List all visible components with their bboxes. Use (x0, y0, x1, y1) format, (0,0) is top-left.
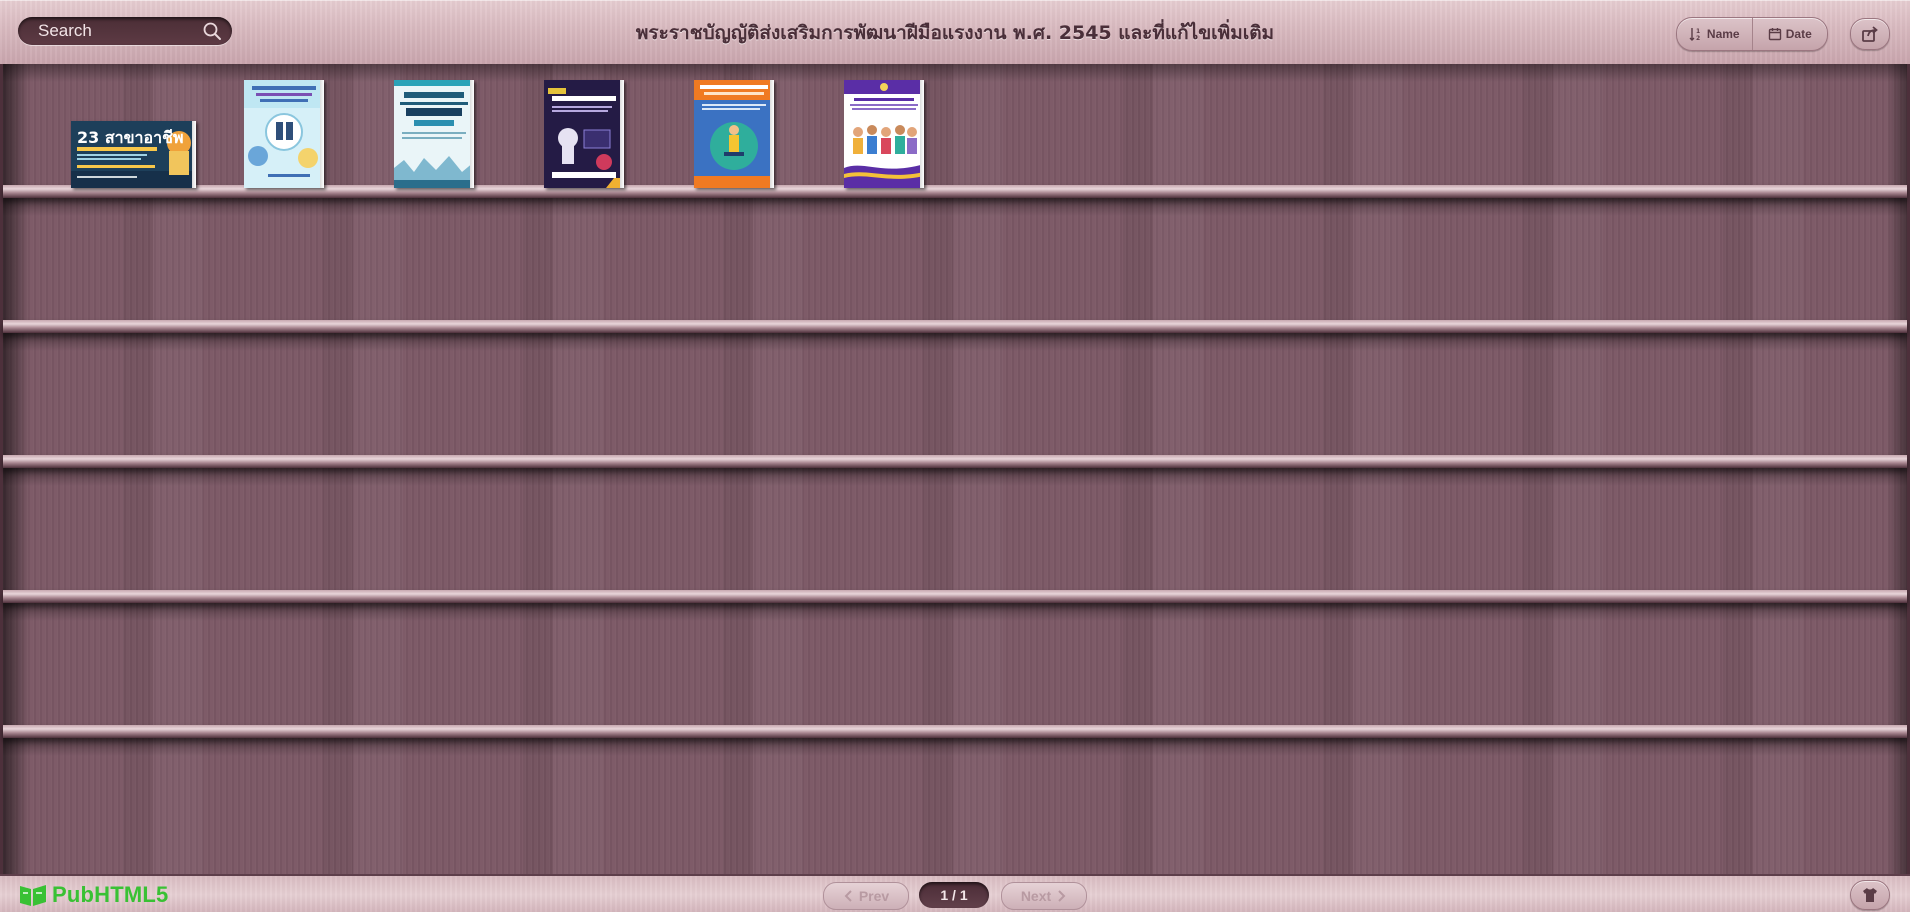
page-indicator-text: 1 / 1 (940, 887, 968, 903)
sort-toggle-group: 1 2 Name Date (1676, 17, 1828, 51)
calendar-icon (1768, 28, 1781, 41)
shirt-icon (1863, 888, 1877, 902)
shelf-row (3, 468, 1907, 604)
svg-text:1: 1 (1696, 28, 1700, 35)
prev-page-button[interactable]: Prev (823, 882, 909, 910)
search-icon[interactable] (202, 21, 222, 41)
sort-by-name-label: Name (1706, 27, 1740, 41)
book-cover-art (544, 80, 624, 188)
chevron-right-icon (1058, 890, 1066, 902)
book-cover[interactable] (394, 80, 474, 188)
book-cover-art (694, 80, 774, 188)
theme-button[interactable] (1850, 880, 1890, 910)
book-cover-art (844, 80, 924, 188)
page-indicator: 1 / 1 (919, 882, 989, 908)
share-button[interactable] (1850, 18, 1890, 50)
search-box[interactable] (18, 17, 232, 45)
shelf-board (3, 725, 1907, 738)
shelf-board (3, 590, 1907, 603)
book-cover-art (244, 80, 324, 188)
page-title: พระราชบัญญัติส่งเสริมการพัฒนาฝีมือแรงงาน… (635, 22, 1275, 44)
book-cover[interactable] (694, 80, 774, 188)
share-icon (1862, 26, 1878, 42)
shelf-row (3, 333, 1907, 469)
chevron-left-icon (844, 890, 852, 902)
shelf-board (3, 455, 1907, 468)
next-page-button[interactable]: Next (1001, 882, 1087, 910)
prev-page-label: Prev (858, 888, 890, 904)
sort-by-name-button[interactable]: 1 2 Name (1677, 18, 1752, 50)
book-cover-art (394, 80, 474, 188)
shelf-row (3, 198, 1907, 334)
book-cover[interactable] (544, 80, 624, 188)
shelf-row (3, 603, 1907, 739)
brand-logo[interactable]: PubHTML5 (18, 882, 168, 908)
bookshelf: 23 สาขาอาชีพ (0, 64, 1910, 874)
svg-text:2: 2 (1696, 35, 1700, 41)
next-page-label: Next (1020, 888, 1052, 904)
book-cover-art: 23 สาขาอาชีพ (71, 121, 196, 188)
shelf-row (3, 738, 1907, 874)
sort-by-date-button[interactable]: Date (1751, 18, 1828, 50)
book-logo-icon (20, 885, 46, 906)
brand-logo-text: PubHTML5 (52, 882, 169, 907)
sort-by-date-label: Date (1785, 27, 1812, 41)
book-cover[interactable] (244, 80, 324, 188)
shelf-board (3, 320, 1907, 333)
top-toolbar: พระราชบัญญัติส่งเสริมการพัฒนาฝีมือแรงงาน… (0, 0, 1910, 66)
bottom-toolbar: PubHTML5 Prev 1 / 1 Next (0, 874, 1910, 912)
book-cover[interactable] (844, 80, 924, 188)
sort-alpha-icon: 1 2 (1689, 28, 1700, 41)
book-cover[interactable]: 23 สาขาอาชีพ (71, 121, 196, 188)
book-cover-title: 23 สาขาอาชีพ (77, 128, 184, 147)
search-input[interactable] (38, 19, 198, 43)
